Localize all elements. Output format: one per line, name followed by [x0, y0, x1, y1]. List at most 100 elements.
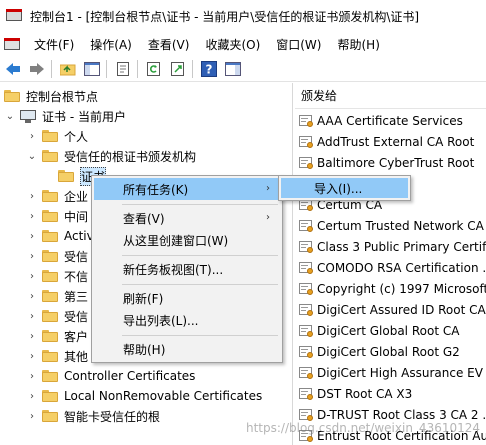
- chevron-right-icon[interactable]: ›: [26, 246, 38, 266]
- help-icon[interactable]: ?: [198, 58, 220, 80]
- menu-item-import[interactable]: 导入(I)...: [281, 178, 408, 198]
- list-item[interactable]: COMODO RSA Certification ...: [299, 257, 486, 278]
- certificate-icon: [299, 345, 313, 359]
- menu-view[interactable]: 查看(V): [140, 36, 198, 53]
- tree-item-client-auth[interactable]: › 客户: [26, 326, 88, 346]
- tree-item-smartcard-root[interactable]: › 智能卡受信任的根: [26, 406, 160, 426]
- tree-item-label: 受信: [64, 309, 89, 324]
- tree-item-trusted-people[interactable]: › 受信: [26, 306, 88, 326]
- menu-window[interactable]: 窗口(W): [268, 36, 329, 53]
- menu-item-new-window[interactable]: 从这里创建窗口(W): [94, 229, 280, 251]
- up-folder-icon[interactable]: [57, 58, 79, 80]
- menu-item-refresh[interactable]: 刷新(F): [94, 287, 280, 309]
- toolbar: ?: [0, 56, 486, 82]
- show-action-pane-icon[interactable]: [222, 58, 244, 80]
- certificate-icon: [299, 240, 313, 254]
- tree-item-other[interactable]: › 其他: [26, 346, 88, 366]
- tree-root[interactable]: 控制台根节点: [4, 86, 98, 106]
- show-tree-icon[interactable]: [81, 58, 103, 80]
- properties-icon[interactable]: [112, 58, 134, 80]
- menu-help[interactable]: 帮助(H): [329, 36, 387, 53]
- tree-item-trusted-publishers[interactable]: › 受信: [26, 246, 88, 266]
- certificate-icon: [299, 366, 313, 380]
- list-item[interactable]: DigiCert Global Root G2: [299, 341, 460, 362]
- menu-item-label: 刷新(F): [123, 291, 164, 306]
- menu-file[interactable]: 文件(F): [26, 36, 82, 53]
- column-header-issued-to[interactable]: 颁发给: [295, 83, 486, 109]
- list-item[interactable]: Class 3 Public Primary Certifi...: [299, 236, 486, 257]
- context-menu: 所有任务(K) › 查看(V) › 从这里创建窗口(W) 新任务板视图(T)..…: [91, 175, 283, 363]
- list-item[interactable]: Copyright (c) 1997 Microsoft: [299, 278, 486, 299]
- tree-item-intermediate[interactable]: › 中间: [26, 206, 88, 226]
- tree-store-label: 证书 - 当前用户: [42, 109, 126, 124]
- list-item-label: Certum Trusted Network CA: [317, 218, 484, 233]
- chevron-right-icon[interactable]: ›: [26, 346, 38, 366]
- list-item[interactable]: DigiCert Global Root CA: [299, 320, 459, 341]
- tree-store-current-user[interactable]: ⌄ 证书 - 当前用户: [4, 106, 126, 126]
- tree-item-label: 个人: [64, 129, 89, 144]
- forward-icon[interactable]: [26, 58, 48, 80]
- chevron-right-icon[interactable]: ›: [26, 226, 38, 246]
- list-item-label: AAA Certificate Services: [317, 113, 463, 128]
- chevron-right-icon[interactable]: ›: [26, 386, 38, 406]
- list-item[interactable]: DigiCert Assured ID Root CA: [299, 299, 486, 320]
- chevron-right-icon[interactable]: ›: [26, 206, 38, 226]
- chevron-right-icon[interactable]: ›: [26, 366, 38, 386]
- chevron-right-icon[interactable]: ›: [26, 406, 38, 426]
- back-icon[interactable]: [2, 58, 24, 80]
- chevron-right-icon[interactable]: ›: [26, 126, 38, 146]
- folder-icon: [42, 270, 58, 282]
- chevron-right-icon[interactable]: ›: [26, 306, 38, 326]
- tree-item-label: 其他: [64, 349, 89, 364]
- folder-icon: [42, 150, 58, 162]
- menu-action[interactable]: 操作(A): [82, 36, 140, 53]
- menu-item-label: 帮助(H): [123, 342, 166, 357]
- folder-icon: [42, 250, 58, 262]
- tree-item-controller-certificates[interactable]: › Controller Certificates: [26, 366, 195, 386]
- menu-item-help[interactable]: 帮助(H): [94, 338, 280, 360]
- list-item-label: DigiCert Global Root G2: [317, 344, 460, 359]
- tree-item-label: 客户: [64, 329, 89, 344]
- export-icon[interactable]: [167, 58, 189, 80]
- menu-item-view[interactable]: 查看(V) ›: [94, 207, 280, 229]
- column-header-label: 颁发给: [301, 89, 338, 103]
- tree-item-trusted-root[interactable]: ⌄ 受信任的根证书颁发机构: [26, 146, 196, 166]
- chevron-right-icon[interactable]: ›: [26, 286, 38, 306]
- chevron-right-icon[interactable]: ›: [26, 186, 38, 206]
- folder-icon: [42, 370, 58, 382]
- chevron-down-icon[interactable]: ⌄: [26, 146, 38, 166]
- folder-icon: [42, 210, 58, 222]
- menu-item-label: 新任务板视图(T)...: [123, 262, 224, 277]
- chevron-down-icon[interactable]: ⌄: [4, 106, 16, 126]
- list-item[interactable]: Certum Trusted Network CA: [299, 215, 484, 236]
- list-item[interactable]: DigiCert High Assurance EV ...: [299, 362, 486, 383]
- tree-root-label: 控制台根节点: [26, 89, 99, 104]
- certificate-icon: [299, 282, 313, 296]
- certificate-icon: [299, 408, 313, 422]
- toolbar-separator: [192, 59, 193, 78]
- tree-item-untrusted[interactable]: › 不信: [26, 266, 88, 286]
- menu-separator: [122, 284, 278, 285]
- list-item[interactable]: AddTrust External CA Root: [299, 131, 474, 152]
- menu-item-label: 从这里创建窗口(W): [123, 233, 229, 248]
- tree-item-personal[interactable]: › 个人: [26, 126, 88, 146]
- list-item[interactable]: Baltimore CyberTrust Root: [299, 152, 474, 173]
- menu-favorites[interactable]: 收藏夹(O): [197, 36, 268, 53]
- certificate-list-pane: 颁发给 AAA Certificate Services AddTrust Ext…: [295, 83, 486, 445]
- chevron-right-icon[interactable]: ›: [26, 266, 38, 286]
- folder-icon: [42, 390, 58, 402]
- list-item[interactable]: DST Root CA X3: [299, 383, 412, 404]
- menu-item-new-taskpad[interactable]: 新任务板视图(T)...: [94, 258, 280, 280]
- refresh-icon[interactable]: [143, 58, 165, 80]
- list-item[interactable]: AAA Certificate Services: [299, 110, 463, 131]
- tree-item-local-nonremovable[interactable]: › Local NonRemovable Certificates: [26, 386, 262, 406]
- menu-item-all-tasks[interactable]: 所有任务(K) ›: [94, 178, 280, 200]
- tree-item-enterprise[interactable]: › 企业: [26, 186, 88, 206]
- tree-item-label: Local NonRemovable Certificates: [64, 389, 263, 403]
- tree-item-third-party[interactable]: › 第三: [26, 286, 88, 306]
- tree-item-label: 受信任的根证书颁发机构: [64, 149, 197, 164]
- menu-item-export-list[interactable]: 导出列表(L)...: [94, 309, 280, 331]
- chevron-right-icon[interactable]: ›: [26, 326, 38, 346]
- console-system-menu-icon[interactable]: [4, 37, 20, 51]
- tree-item-active-directory[interactable]: › Active: [26, 226, 101, 246]
